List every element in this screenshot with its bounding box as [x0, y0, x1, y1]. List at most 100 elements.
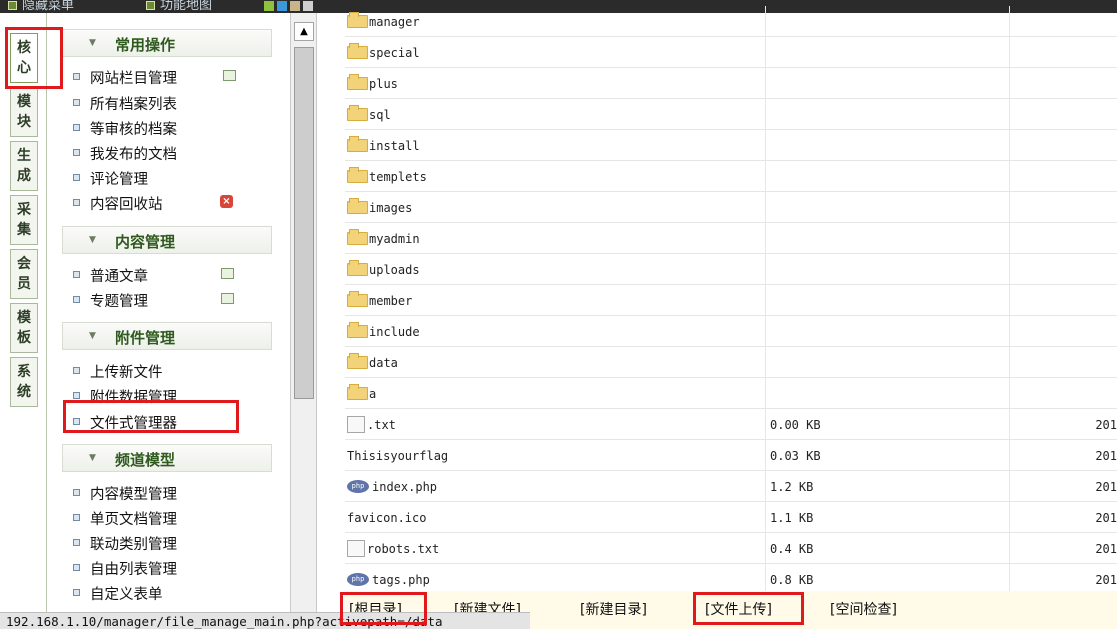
- space-check-link[interactable]: [空间检查]: [830, 599, 897, 619]
- clear-icon[interactable]: ×: [220, 195, 233, 208]
- file-name-cell[interactable]: images: [345, 192, 766, 223]
- scroll-up-arrow-icon[interactable]: ▲: [294, 22, 314, 41]
- section-content-manage[interactable]: ▼ 内容管理: [62, 226, 272, 254]
- bullet-icon: [73, 199, 80, 206]
- file-name-cell[interactable]: member: [345, 285, 766, 316]
- theme-blue-swatch[interactable]: [277, 1, 287, 11]
- file-name-link[interactable]: data: [369, 356, 398, 370]
- add-icon[interactable]: [221, 268, 234, 279]
- tab-system[interactable]: 系统: [10, 357, 38, 407]
- section-channel-models[interactable]: ▼ 频道模型: [62, 444, 272, 472]
- site-map-icon: [146, 1, 155, 10]
- file-size-cell: 0.03 KB: [766, 440, 1010, 471]
- file-name-link[interactable]: plus: [369, 77, 398, 91]
- theme-green-swatch[interactable]: [264, 1, 274, 11]
- file-row[interactable]: special: [345, 37, 1117, 68]
- file-row[interactable]: uploads: [345, 254, 1117, 285]
- section-common-ops[interactable]: ▼ 常用操作: [62, 29, 272, 57]
- file-name-cell[interactable]: myadmin: [345, 223, 766, 254]
- add-icon[interactable]: [221, 293, 234, 304]
- menu-scrollbar[interactable]: ▲: [290, 13, 317, 612]
- file-name-link[interactable]: uploads: [369, 263, 420, 277]
- add-icon[interactable]: [223, 70, 236, 81]
- file-name-link[interactable]: Thisisyourflag: [347, 449, 448, 463]
- file-row[interactable]: templets: [345, 161, 1117, 192]
- file-row[interactable]: a: [345, 378, 1117, 409]
- file-date-cell: [1010, 37, 1117, 68]
- file-name-link[interactable]: include: [369, 325, 420, 339]
- file-row[interactable]: myadmin: [345, 223, 1117, 254]
- file-name-link[interactable]: index.php: [372, 480, 437, 494]
- file-name-cell[interactable]: robots.txt: [345, 533, 766, 564]
- file-row[interactable]: robots.txt 0.4 KB 201: [345, 533, 1117, 564]
- hide-menu-link[interactable]: 隐藏菜单: [22, 0, 74, 13]
- file-row[interactable]: install: [345, 130, 1117, 161]
- file-name-link[interactable]: robots.txt: [367, 542, 439, 556]
- file-name-cell[interactable]: php index.php: [345, 471, 766, 502]
- file-name-link[interactable]: images: [369, 201, 412, 215]
- file-name-cell[interactable]: data: [345, 347, 766, 378]
- section-attachments[interactable]: ▼ 附件管理: [62, 322, 272, 350]
- file-row[interactable]: Thisisyourflag 0.03 KB 201: [345, 440, 1117, 471]
- file-name-link[interactable]: tags.php: [372, 573, 430, 587]
- file-name-link[interactable]: myadmin: [369, 232, 420, 246]
- file-row[interactable]: data: [345, 347, 1117, 378]
- file-name-link[interactable]: .txt: [367, 418, 396, 432]
- folder-icon: [347, 291, 368, 307]
- file-name-link[interactable]: member: [369, 294, 412, 308]
- file-size-cell: [766, 68, 1010, 99]
- file-name-cell[interactable]: Thisisyourflag: [345, 440, 766, 471]
- scroll-thumb[interactable]: [294, 47, 314, 399]
- file-row[interactable]: include: [345, 316, 1117, 347]
- file-size-cell: 0.00 KB: [766, 409, 1010, 440]
- file-row[interactable]: plus: [345, 68, 1117, 99]
- file-name-cell[interactable]: manager: [345, 6, 766, 37]
- file-size-cell: [766, 285, 1010, 316]
- file-row[interactable]: .txt 0.00 KB 201: [345, 409, 1117, 440]
- tab-members[interactable]: 会员: [10, 249, 38, 299]
- file-size-cell: 1.1 KB: [766, 502, 1010, 533]
- tab-templates[interactable]: 模板: [10, 303, 38, 353]
- theme-gray-swatch[interactable]: [303, 1, 313, 11]
- tab-generate[interactable]: 生成: [10, 141, 38, 191]
- file-name-cell[interactable]: .txt: [345, 409, 766, 440]
- file-row[interactable]: sql: [345, 99, 1117, 130]
- file-row[interactable]: favicon.ico 1.1 KB 201: [345, 502, 1117, 533]
- file-row[interactable]: member: [345, 285, 1117, 316]
- file-name-cell[interactable]: special: [345, 37, 766, 68]
- folder-icon: [347, 74, 368, 90]
- file-name-cell[interactable]: templets: [345, 161, 766, 192]
- file-date-cell: [1010, 285, 1117, 316]
- file-name-link[interactable]: special: [369, 46, 420, 60]
- file-name-cell[interactable]: plus: [345, 68, 766, 99]
- theme-tan-swatch[interactable]: [290, 1, 300, 11]
- file-name-link[interactable]: install: [369, 139, 420, 153]
- file-row[interactable]: images: [345, 192, 1117, 223]
- file-name-link[interactable]: a: [369, 387, 376, 401]
- file-name-cell[interactable]: install: [345, 130, 766, 161]
- file-name-link[interactable]: sql: [369, 108, 391, 122]
- tab-collect[interactable]: 采集: [10, 195, 38, 245]
- file-row[interactable]: manager: [345, 6, 1117, 37]
- file-size-cell: [766, 161, 1010, 192]
- new-dir-link[interactable]: [新建目录]: [580, 599, 647, 619]
- php-file-icon: php: [347, 573, 369, 586]
- file-name-link[interactable]: manager: [369, 15, 420, 29]
- php-file-icon: php: [347, 480, 369, 493]
- tab-modules[interactable]: 模块: [10, 87, 38, 137]
- file-date-cell: [1010, 347, 1117, 378]
- file-name-cell[interactable]: sql: [345, 99, 766, 130]
- file-name-cell[interactable]: a: [345, 378, 766, 409]
- file-row[interactable]: php index.php 1.2 KB 201: [345, 471, 1117, 502]
- file-name-link[interactable]: favicon.ico: [347, 511, 426, 525]
- file-name-cell[interactable]: favicon.ico: [345, 502, 766, 533]
- upload-file-link[interactable]: [文件上传]: [705, 599, 772, 619]
- file-name-cell[interactable]: uploads: [345, 254, 766, 285]
- folder-icon: [347, 260, 368, 276]
- bullet-icon: [73, 564, 80, 571]
- site-map-link[interactable]: 功能地图: [160, 0, 212, 13]
- file-date-cell: 201: [1095, 510, 1117, 525]
- file-name-cell[interactable]: include: [345, 316, 766, 347]
- file-name-link[interactable]: templets: [369, 170, 427, 184]
- tab-core[interactable]: 核心: [10, 33, 38, 83]
